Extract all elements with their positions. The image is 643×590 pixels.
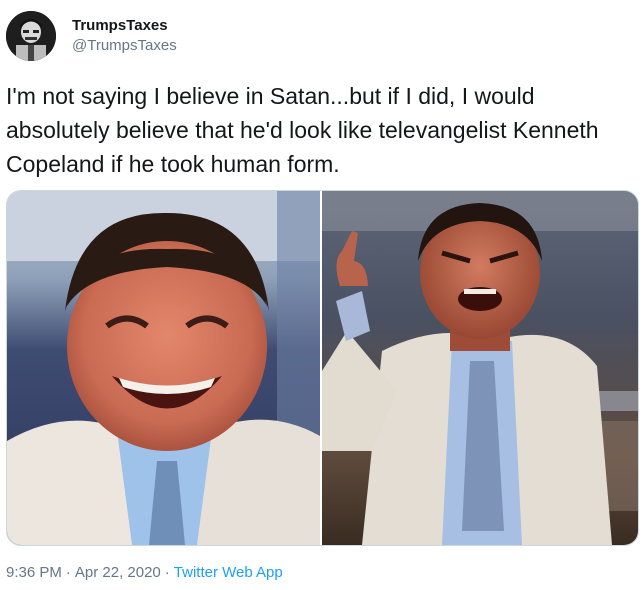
profile-photo-icon [6, 11, 56, 61]
tweet-text: I'm not saying I believe in Satan...but … [6, 83, 599, 177]
tweet-media [6, 190, 639, 546]
tweet-card: TrumpsTaxes @TrumpsTaxes I'm not saying … [0, 0, 643, 590]
meta-separator: · [65, 564, 71, 581]
tweet-header: TrumpsTaxes @TrumpsTaxes [6, 6, 177, 66]
tweet-meta: 9:36 PM · Apr 22, 2020 · Twitter Web App [6, 563, 283, 583]
tweet-time[interactable]: 9:36 PM [6, 563, 62, 583]
tweet-date[interactable]: Apr 22, 2020 [75, 563, 161, 583]
meta-separator: · [164, 564, 170, 581]
author-handle[interactable]: @TrumpsTaxes [72, 36, 177, 56]
author-names: TrumpsTaxes @TrumpsTaxes [72, 16, 177, 56]
photo-smiling-man[interactable] [7, 191, 320, 545]
avatar[interactable] [6, 11, 56, 61]
author-display-name[interactable]: TrumpsTaxes [72, 16, 177, 36]
photo-pointing-man[interactable] [322, 191, 638, 545]
tweet-source-link[interactable]: Twitter Web App [174, 563, 283, 583]
